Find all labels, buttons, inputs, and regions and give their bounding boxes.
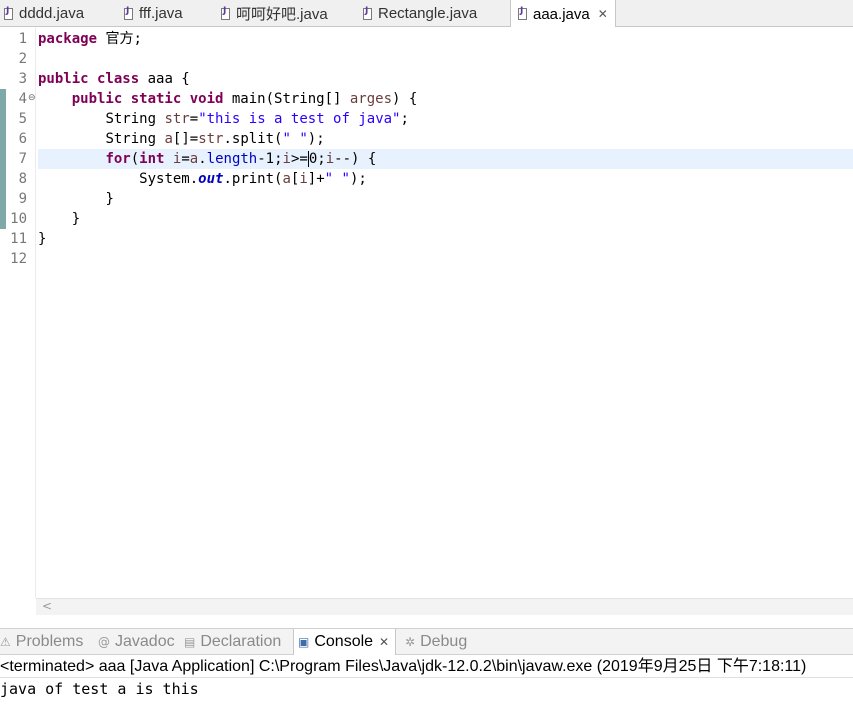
debug-icon: ✲ — [405, 635, 416, 649]
line-number: 3 — [18, 71, 27, 87]
code-line-9: } — [105, 191, 114, 207]
tab-label: dddd.java — [19, 5, 85, 22]
line-number: 8 — [18, 171, 27, 187]
problems-icon: ⚠ — [0, 635, 11, 649]
editor-tab-bar: dddd.java fff.java 呵呵好吧.java Rectangle.j… — [0, 0, 853, 28]
tab-rectangle-java[interactable]: Rectangle.java — [363, 0, 477, 27]
tab-hehe-java[interactable]: 呵呵好吧.java — [221, 0, 328, 27]
tab-label: Problems — [15, 633, 84, 650]
close-icon[interactable]: ✕ — [379, 635, 389, 649]
fold-collapse-icon[interactable]: ⊖ — [28, 93, 36, 103]
console-status-line: <terminated> aaa [Java Application] C:\P… — [0, 657, 853, 678]
tab-label: Javadoc — [115, 633, 175, 650]
line-number: 2 — [18, 51, 27, 67]
line-number-gutter: 1 2 3 4 ⊖ 5 6 7 8 9 10 11 12 — [0, 27, 36, 598]
tab-label: Debug — [420, 633, 468, 650]
tab-label: Rectangle.java — [378, 5, 478, 22]
tab-label: aaa.java — [533, 5, 590, 23]
tab-label: Declaration — [200, 633, 282, 650]
java-file-icon — [124, 6, 133, 20]
console-icon: ▣ — [298, 635, 310, 649]
line-number: 9 — [18, 191, 27, 207]
javadoc-icon: @ — [98, 635, 110, 649]
line-number: 1 — [18, 31, 27, 47]
tab-dddd-java[interactable]: dddd.java — [4, 0, 84, 27]
code-line-11: } — [38, 231, 47, 247]
tab-debug[interactable]: ✲ Debug — [405, 629, 467, 655]
java-file-icon — [4, 6, 13, 20]
tab-label: 呵呵好吧.java — [236, 6, 328, 23]
horizontal-scrollbar[interactable]: < — [36, 598, 853, 615]
line-number: 6 — [18, 131, 27, 147]
tab-aaa-java[interactable]: aaa.java ✕ — [510, 0, 616, 28]
console-output[interactable]: java of test a is this — [0, 679, 853, 699]
code-line-5: String str="this is a test of java"; — [105, 111, 409, 127]
line-number: 5 — [18, 111, 27, 127]
tab-label: Console — [314, 633, 374, 650]
tab-label: fff.java — [139, 5, 183, 22]
tab-console[interactable]: ▣ Console ✕ — [293, 629, 397, 655]
line-number: 12 — [10, 251, 27, 267]
code-line-10: } — [71, 211, 81, 227]
tab-javadoc[interactable]: @ Javadoc — [98, 629, 175, 655]
tab-problems[interactable]: ⚠ Problems — [0, 629, 83, 655]
code-editor[interactable]: 1 2 3 4 ⊖ 5 6 7 8 9 10 11 12 package 官方;… — [0, 27, 853, 615]
declaration-icon: ▤ — [184, 635, 196, 649]
code-line-6: String a[]=str.split(" "); — [105, 131, 325, 147]
tab-fff-java[interactable]: fff.java — [124, 0, 183, 27]
code-line-3: public class aaa { — [38, 71, 190, 87]
java-file-icon — [221, 6, 230, 20]
java-file-icon — [518, 6, 527, 20]
scroll-left-icon[interactable]: < — [42, 599, 52, 613]
line-number: 11 — [10, 231, 27, 247]
line-number: 10 — [10, 211, 27, 227]
code-line-7: for(int i=a.length-1;i>=0;i--) { — [38, 149, 853, 169]
line-number: 4 — [18, 91, 27, 107]
views-tab-bar: ⚠ Problems @ Javadoc ▤ Declaration ▣ Con… — [0, 628, 853, 655]
code-line-1: package 官方; — [38, 31, 142, 47]
close-icon[interactable]: ✕ — [598, 7, 608, 21]
tab-declaration[interactable]: ▤ Declaration — [184, 629, 281, 655]
code-line-8: System.out.print(a[i]+" "); — [139, 171, 367, 187]
code-line-4: public static void main(String[] arges) … — [71, 91, 418, 107]
java-file-icon — [363, 6, 372, 20]
line-number: 7 — [18, 151, 27, 167]
